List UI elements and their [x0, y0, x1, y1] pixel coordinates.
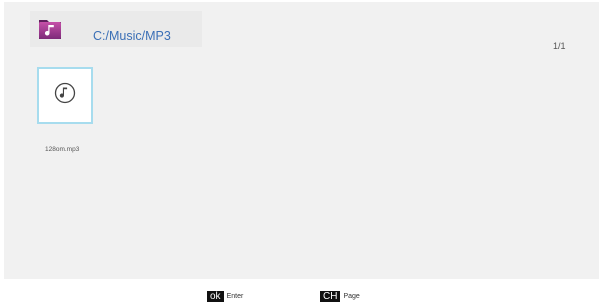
ch-key-badge: CH	[320, 291, 341, 302]
page-indicator: 1/1	[553, 41, 566, 51]
ok-key-badge: ok	[207, 291, 224, 302]
enter-label: Enter	[226, 293, 244, 300]
music-note-icon	[54, 82, 76, 109]
enter-hint: ok Enter	[207, 291, 243, 302]
current-path: C:/Music/MP3	[93, 29, 171, 43]
page-label: Page	[343, 293, 360, 300]
page-hint: CH Page	[320, 291, 360, 302]
music-folder-icon	[38, 16, 62, 40]
file-name: 128om.mp3	[45, 146, 80, 153]
file-tile[interactable]	[37, 67, 93, 124]
